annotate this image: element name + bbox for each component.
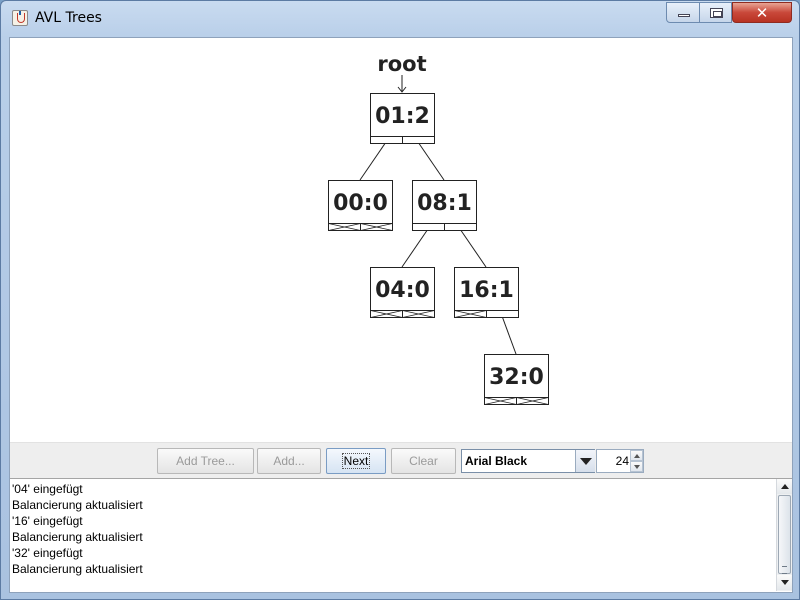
next-label: Next xyxy=(341,453,371,469)
scroll-up-icon[interactable] xyxy=(777,479,792,494)
font-size-value[interactable]: 24 xyxy=(597,450,629,472)
log-line: Balancierung aktualisiert xyxy=(12,498,143,512)
clear-label: Clear xyxy=(409,454,438,468)
log-line: '16' eingefügt xyxy=(12,514,83,528)
tree-edge xyxy=(417,141,445,181)
tree-edge xyxy=(459,228,487,268)
add-tree-button[interactable]: Add Tree... xyxy=(157,448,254,474)
tree-node-label: 01:2 xyxy=(375,104,430,129)
add-tree-label: Add Tree... xyxy=(176,454,235,468)
log-line: Balancierung aktualisiert xyxy=(12,562,143,576)
tree-edge xyxy=(501,315,517,355)
avl-tree-diagram: root 01:2 00:0 08:1 04:0 16:1 32:0 xyxy=(328,52,549,405)
maximize-button[interactable] xyxy=(699,2,732,23)
font-size-spinner[interactable]: 24 xyxy=(596,449,644,473)
window-frame-bottom xyxy=(1,593,799,600)
log-line: Balancierung aktualisiert xyxy=(12,530,143,544)
next-button[interactable]: Next xyxy=(326,448,386,474)
font-family-value: Arial Black xyxy=(462,450,575,472)
title-bar[interactable]: AVL Trees ✕ xyxy=(1,1,799,35)
minimize-icon xyxy=(678,14,690,17)
scroll-thumb[interactable] xyxy=(778,495,791,574)
log-line: '04' eingefügt xyxy=(12,482,83,496)
dropdown-arrow-icon[interactable] xyxy=(575,450,595,472)
spinner-down-icon[interactable] xyxy=(630,461,643,472)
tree-node-label: 04:0 xyxy=(375,278,430,303)
tree-node-label: 08:1 xyxy=(417,191,472,216)
scroll-down-icon[interactable] xyxy=(777,575,792,590)
close-button[interactable]: ✕ xyxy=(732,2,792,23)
log-scrollbar[interactable] xyxy=(776,479,792,591)
clear-button[interactable]: Clear xyxy=(391,448,456,474)
tree-node-label: 16:1 xyxy=(459,278,514,303)
minimize-button[interactable] xyxy=(666,2,700,23)
maximize-icon xyxy=(710,8,723,18)
window-title: AVL Trees xyxy=(35,10,102,26)
log-line: '32' eingefügt xyxy=(12,546,83,560)
root-label: root xyxy=(377,52,426,76)
add-label: Add... xyxy=(273,454,305,468)
java-app-icon[interactable] xyxy=(12,10,28,26)
font-family-select[interactable]: Arial Black xyxy=(461,449,595,473)
tree-node-label: 32:0 xyxy=(489,365,544,390)
close-icon: ✕ xyxy=(755,4,769,22)
tree-edge xyxy=(401,228,429,268)
tree-node-label: 00:0 xyxy=(333,191,388,216)
add-button[interactable]: Add... xyxy=(257,448,321,474)
client-area: root 01:2 00:0 08:1 04:0 16:1 32:0 Add Tree...… xyxy=(9,37,793,593)
log-lines: '04' eingefügt Balancierung aktualisiert… xyxy=(12,481,772,577)
spinner-up-icon[interactable] xyxy=(630,450,643,461)
toolbar: Add Tree... Add... Next Clear Arial Blac… xyxy=(10,442,792,478)
tree-canvas: root 01:2 00:0 08:1 04:0 16:1 32:0 xyxy=(10,38,792,442)
log-text-area[interactable]: '04' eingefügt Balancierung aktualisiert… xyxy=(10,478,792,592)
app-window: AVL Trees ✕ root 01:2 00:0 08:1 04:0 16:1 32:0… xyxy=(0,0,800,600)
tree-edge xyxy=(359,141,387,181)
